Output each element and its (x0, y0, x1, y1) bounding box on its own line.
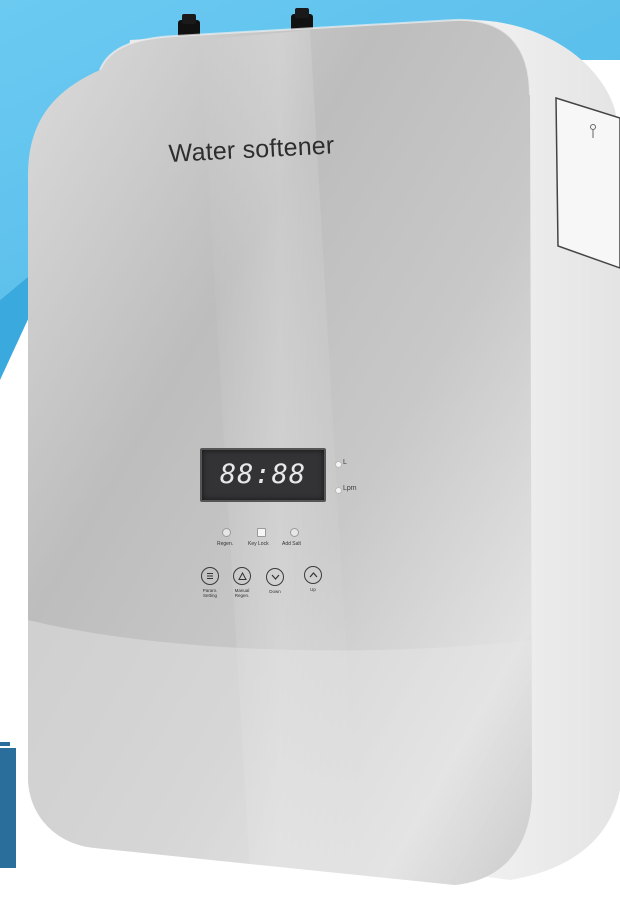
display-readout: 88:88 (219, 459, 307, 490)
key-lock-led-icon (257, 528, 266, 537)
indicator-label-key-lock: Key Lock (248, 541, 269, 547)
chevron-up-icon[interactable] (304, 566, 322, 584)
digital-display: 88:88 (200, 448, 326, 502)
product-photo: Water softener 88:88 L Lpm Regen. Key Lo… (0, 0, 620, 898)
regen-icon[interactable] (233, 567, 251, 585)
menu-icon[interactable] (201, 567, 219, 585)
key-label-down: Down (269, 589, 281, 594)
unit-label-lpm: Lpm (343, 485, 357, 492)
indicator-label-add-salt: Add Salt (282, 541, 301, 547)
key-label-manual-regen: Manual Regen. (234, 588, 250, 598)
add-salt-led-icon (290, 528, 299, 537)
unit-label-l: L (343, 459, 347, 466)
unit-indicator-l (335, 461, 342, 468)
regen-led-icon (222, 528, 231, 537)
key-label-up: Up (310, 587, 316, 592)
indicator-label-regen: Regen. (217, 541, 234, 547)
key-label-param-setting: Param. Setting (202, 588, 218, 598)
chevron-down-icon[interactable] (266, 568, 284, 586)
unit-indicator-lpm (335, 487, 342, 494)
